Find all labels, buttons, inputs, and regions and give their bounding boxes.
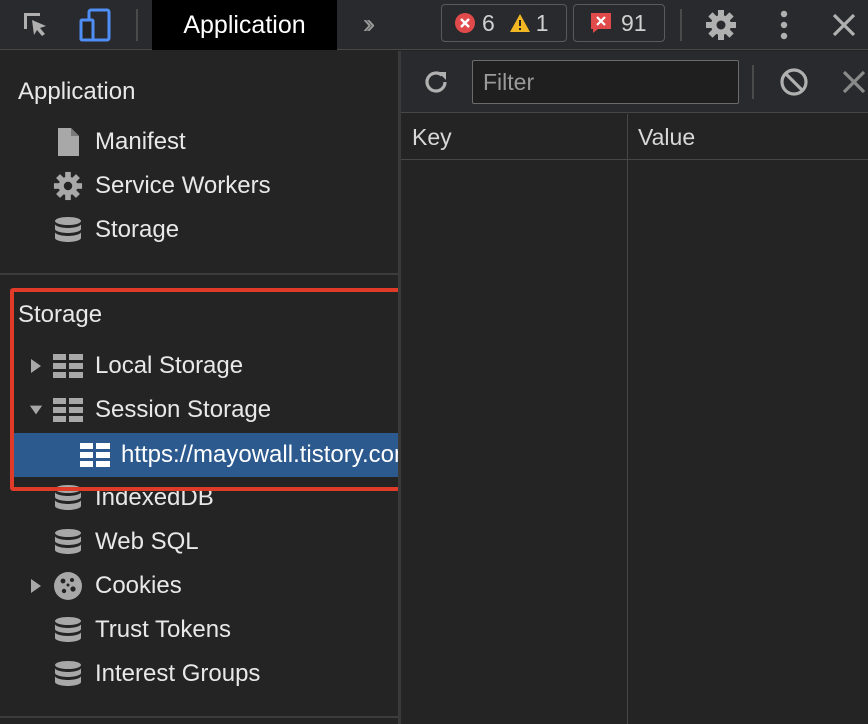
clear-all-icon[interactable] [777,65,811,99]
application-sidebar: Application Manifest Service Workers Sto… [0,51,398,724]
sidebar-item-web-sql[interactable]: Web SQL [0,520,398,564]
column-divider[interactable] [627,114,628,724]
section-divider [0,716,398,718]
expand-arrow-icon[interactable] [29,577,43,595]
database-icon [53,527,83,557]
sidebar-item-label: Trust Tokens [95,616,232,643]
more-tabs-icon[interactable]: ›› [350,6,382,42]
tab-application[interactable]: Application [152,0,337,50]
sidebar-item-label: https://mayowall.tistory.com [121,441,398,468]
file-icon [53,127,83,157]
errors-warnings-badge[interactable]: 6 1 [441,4,567,42]
gear-icon[interactable] [703,7,739,43]
sidebar-item-interest-groups[interactable]: Interest Groups [0,652,398,696]
issues-icon [589,11,613,35]
warning-icon [509,13,531,33]
close-icon[interactable] [826,7,862,43]
gear-icon [53,171,83,201]
toolbar-separator [752,65,754,99]
database-icon [53,615,83,645]
sidebar-item-trust-tokens[interactable]: Trust Tokens [0,608,398,652]
table-icon [53,351,83,381]
database-icon [53,659,83,689]
expand-arrow-icon[interactable] [29,357,43,375]
storage-table-pane: Key Value [401,51,868,724]
sidebar-item-label: Session Storage [95,396,272,423]
collapse-arrow-icon[interactable] [29,401,43,419]
errors-count: 6 [482,9,495,36]
devtools-toolbar: Application ›› 6 1 91 [0,0,868,50]
sidebar-item-session-storage[interactable]: Session Storage [0,388,398,432]
toolbar-separator [136,9,138,41]
delete-selected-icon[interactable] [841,67,868,97]
kebab-menu-icon[interactable] [766,7,802,43]
column-header-key[interactable]: Key [412,124,452,151]
filter-input[interactable] [472,60,739,104]
table-icon [53,395,83,425]
sidebar-item-storage[interactable]: Storage [0,208,398,252]
refresh-icon[interactable] [419,65,453,99]
issues-badge[interactable]: 91 [573,4,665,42]
sidebar-item-label: Web SQL [95,528,199,555]
database-icon [53,215,83,245]
sidebar-item-cookies[interactable]: Cookies [0,564,398,608]
sidebar-item-label: Interest Groups [95,660,261,687]
application-section-title: Application [18,78,136,105]
sidebar-item-local-storage[interactable]: Local Storage [0,344,398,388]
warnings-count: 1 [535,9,549,36]
table-icon [80,440,110,470]
issues-count: 91 [621,9,647,36]
storage-section-title: Storage [18,301,103,328]
device-toolbar-icon[interactable] [77,7,113,43]
sidebar-item-label: Local Storage [95,352,244,379]
sidebar-item-indexeddb[interactable]: IndexedDB [0,476,398,520]
sidebar-item-label: IndexedDB [95,484,214,511]
sidebar-item-label: Service Workers [95,172,271,199]
toolbar-separator [680,9,682,41]
inspect-element-icon[interactable] [18,7,54,43]
sidebar-item-manifest[interactable]: Manifest [0,120,398,164]
error-icon [454,12,476,34]
sidebar-item-label: Cookies [95,572,182,599]
storage-toolbar [401,51,868,113]
table-header: Key Value [401,114,868,160]
sidebar-item-label: Manifest [95,128,186,155]
column-header-value[interactable]: Value [638,124,695,151]
section-divider [0,273,398,275]
sidebar-item-session-storage-origin[interactable]: https://mayowall.tistory.com [14,433,398,477]
cookie-icon [53,571,83,601]
sidebar-item-label: Storage [95,216,180,243]
database-icon [53,483,83,513]
sidebar-item-service-workers[interactable]: Service Workers [0,164,398,208]
